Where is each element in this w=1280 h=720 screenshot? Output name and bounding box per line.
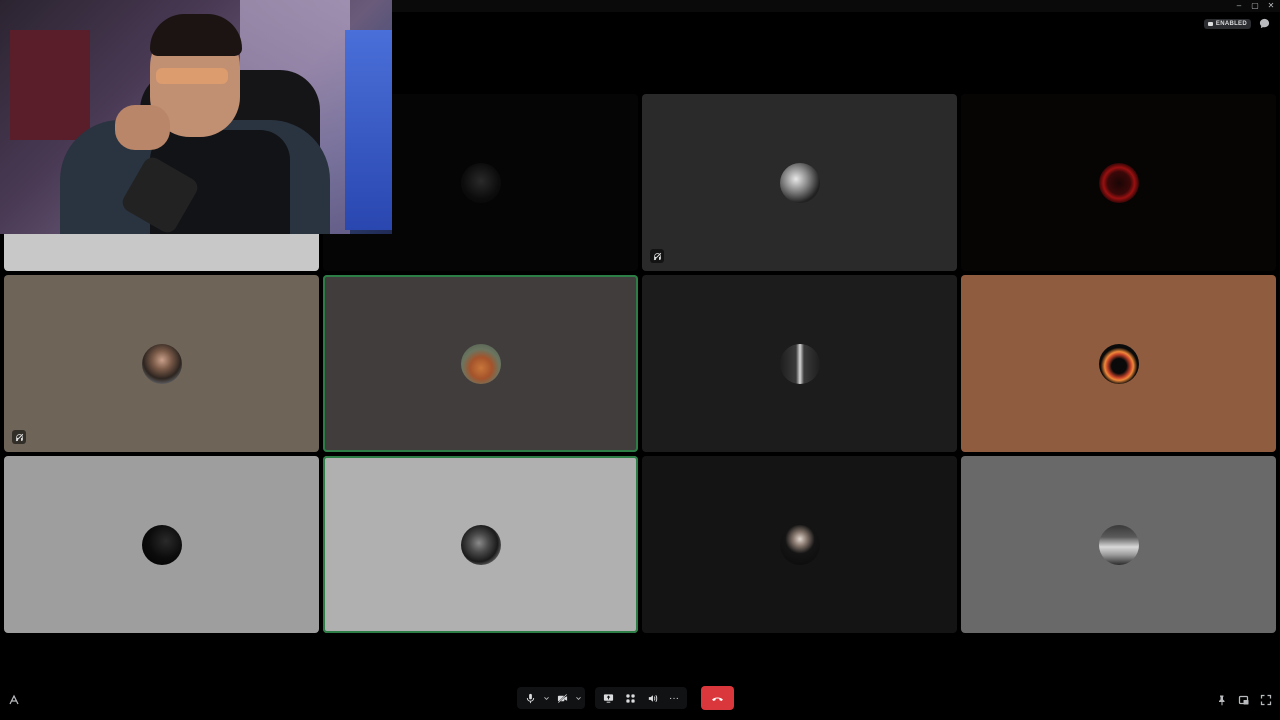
activities-icon <box>625 693 635 703</box>
avatar <box>779 343 820 384</box>
avatar <box>779 524 820 565</box>
call-header-actions: ENABLED <box>1203 18 1270 29</box>
webcam-overlay <box>0 0 392 234</box>
participant-tile-speaking[interactable] <box>323 275 638 452</box>
fullscreen-icon[interactable] <box>1260 693 1272 706</box>
avatar <box>779 162 820 203</box>
deafened-icon <box>650 249 664 263</box>
mic-control-group <box>517 687 585 709</box>
more-icon: ··· <box>669 692 679 704</box>
call-controls-bar: ··· <box>0 684 1280 714</box>
avatar <box>460 343 501 384</box>
participant-tile[interactable] <box>961 94 1276 271</box>
avatar <box>460 524 501 565</box>
maximize-button[interactable]: ▢ <box>1250 1 1260 11</box>
participant-tile[interactable] <box>961 275 1276 452</box>
microphone-button[interactable] <box>519 688 541 708</box>
participant-tile[interactable] <box>961 456 1276 633</box>
activities-button[interactable] <box>619 688 641 708</box>
participant-tile[interactable] <box>642 94 957 271</box>
participant-tile[interactable] <box>642 456 957 633</box>
activity-control-group: ··· <box>595 687 687 709</box>
soundboard-button[interactable] <box>641 688 663 708</box>
avatar <box>1098 524 1139 565</box>
window-controls: – ▢ ✕ <box>1234 1 1276 11</box>
voice-call-window: – ▢ ✕ ENABLED ··· <box>0 0 1280 720</box>
avatar <box>141 524 182 565</box>
microphone-icon <box>526 693 534 703</box>
mic-options-button[interactable] <box>541 688 551 708</box>
camera-off-icon <box>557 693 567 703</box>
camera-button[interactable] <box>551 688 573 708</box>
leave-call-button[interactable] <box>701 686 734 710</box>
screen-share-icon <box>603 693 613 703</box>
camera-options-button[interactable] <box>573 688 583 708</box>
leave-call-icon <box>712 697 723 701</box>
more-button[interactable]: ··· <box>663 688 685 708</box>
voice-controls: ··· <box>517 686 734 710</box>
stream-enabled-badge[interactable]: ENABLED <box>1203 18 1251 29</box>
participant-tile-speaking[interactable] <box>323 456 638 633</box>
screen-icon <box>1207 21 1213 26</box>
streamer-glasses <box>156 68 228 84</box>
screen-share-button[interactable] <box>597 688 619 708</box>
wall-poster <box>10 30 90 140</box>
chat-bubble-icon[interactable] <box>1259 18 1270 29</box>
chevron-down-icon <box>543 696 549 700</box>
badge-label: ENABLED <box>1215 20 1247 27</box>
avatar <box>1098 162 1139 203</box>
streamer-hand <box>115 105 170 150</box>
participant-tile[interactable] <box>4 275 319 452</box>
chevron-down-icon <box>575 696 581 700</box>
pin-icon[interactable] <box>1216 693 1228 706</box>
avatar <box>460 162 501 203</box>
avatar <box>141 343 182 384</box>
blue-shelf <box>345 30 392 230</box>
streamer-hair <box>150 14 242 56</box>
close-button[interactable]: ✕ <box>1266 1 1276 11</box>
minimize-button[interactable]: – <box>1234 1 1244 11</box>
popout-icon[interactable] <box>1238 693 1250 705</box>
deafened-icon <box>12 430 26 444</box>
noise-suppression-icon[interactable] <box>8 693 20 705</box>
participant-tile[interactable] <box>642 275 957 452</box>
avatar <box>1098 343 1139 384</box>
participant-tile[interactable] <box>4 456 319 633</box>
soundboard-icon <box>648 694 657 702</box>
